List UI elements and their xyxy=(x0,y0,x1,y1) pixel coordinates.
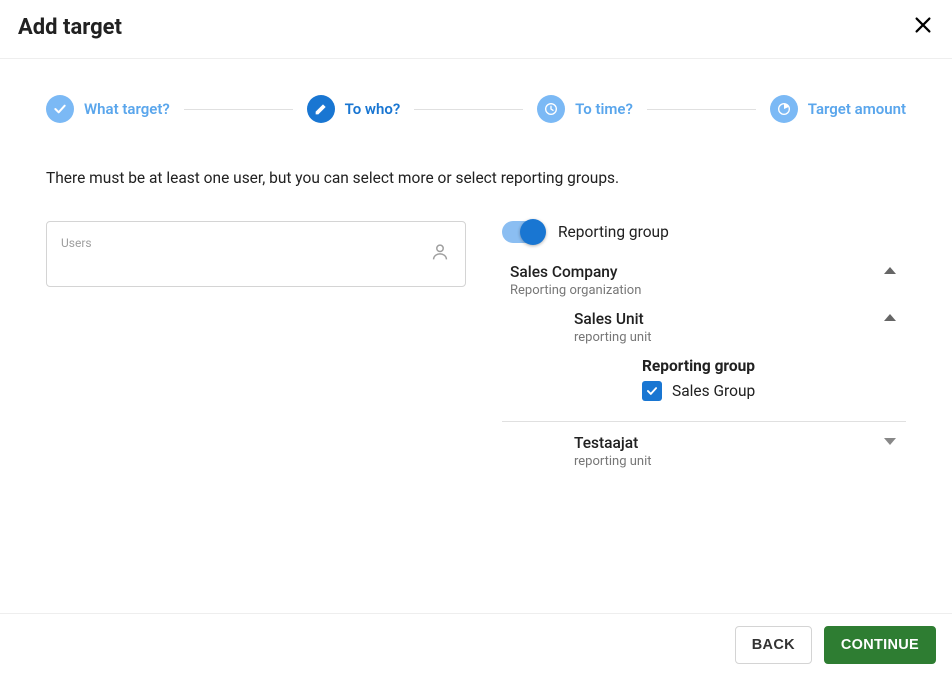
step-target-amount[interactable]: Target amount xyxy=(770,95,906,123)
step-to-who[interactable]: To who? xyxy=(307,95,401,123)
users-label: Users xyxy=(61,236,92,250)
step-label: To time? xyxy=(575,100,633,118)
check-circle-icon xyxy=(46,95,74,123)
add-target-dialog: Add target What target? To who? xyxy=(0,0,952,676)
reporting-group-toggle-row: Reporting group xyxy=(502,221,906,243)
step-label: To who? xyxy=(345,100,401,118)
tree-org-row[interactable]: Sales Company Reporting organization xyxy=(502,257,906,304)
close-icon[interactable] xyxy=(912,14,934,40)
toggle-label: Reporting group xyxy=(558,223,669,241)
chevron-down-icon[interactable] xyxy=(884,438,896,445)
reporting-tree: Sales Company Reporting organization Sal… xyxy=(502,257,906,475)
tree-unit-subtitle: reporting unit xyxy=(574,330,906,345)
stepper-separator xyxy=(647,109,756,110)
stepper-separator xyxy=(184,109,293,110)
person-icon xyxy=(429,241,451,267)
right-column: Reporting group Sales Company Reporting … xyxy=(502,221,906,475)
tree-unit-row[interactable]: Sales Unit reporting unit xyxy=(502,304,906,351)
back-button[interactable]: BACK xyxy=(735,626,812,664)
reporting-group-toggle[interactable] xyxy=(502,221,544,243)
reporting-group-item[interactable]: Sales Group xyxy=(642,381,906,401)
chevron-up-icon[interactable] xyxy=(884,267,896,274)
tree-unit-title: Sales Unit xyxy=(574,310,906,328)
pencil-circle-icon xyxy=(307,95,335,123)
tree-unit-subtitle: reporting unit xyxy=(574,454,906,469)
stepper: What target? To who? To time? xyxy=(46,95,906,123)
reporting-group-header: Reporting group xyxy=(642,357,906,375)
dialog-header: Add target xyxy=(0,0,952,59)
step-label: What target? xyxy=(84,100,170,118)
tree-org-title: Sales Company xyxy=(510,263,906,281)
dialog-title: Add target xyxy=(18,15,122,40)
tree-org-subtitle: Reporting organization xyxy=(510,283,906,298)
tree-group-section: Reporting group Sales Group xyxy=(502,351,906,407)
tree-unit-row[interactable]: Testaajat reporting unit xyxy=(502,428,906,475)
step-what-target[interactable]: What target? xyxy=(46,95,170,123)
form-columns: Users Reporting group Sales Comp xyxy=(46,221,906,475)
tree-divider xyxy=(502,421,906,422)
chevron-up-icon[interactable] xyxy=(884,314,896,321)
continue-button[interactable]: CONTINUE xyxy=(824,626,936,664)
tree-unit-title: Testaajat xyxy=(574,434,906,452)
stepper-separator xyxy=(414,109,523,110)
users-input[interactable]: Users xyxy=(46,221,466,287)
step-label: Target amount xyxy=(808,100,906,118)
instruction-text: There must be at least one user, but you… xyxy=(46,169,906,187)
reporting-group-item-label: Sales Group xyxy=(672,382,755,400)
dialog-footer: BACK CONTINUE xyxy=(0,613,952,676)
checkbox-checked-icon[interactable] xyxy=(642,381,662,401)
left-column: Users xyxy=(46,221,466,287)
dialog-body: What target? To who? To time? xyxy=(0,59,952,475)
step-to-time[interactable]: To time? xyxy=(537,95,633,123)
piechart-circle-icon xyxy=(770,95,798,123)
clock-circle-icon xyxy=(537,95,565,123)
